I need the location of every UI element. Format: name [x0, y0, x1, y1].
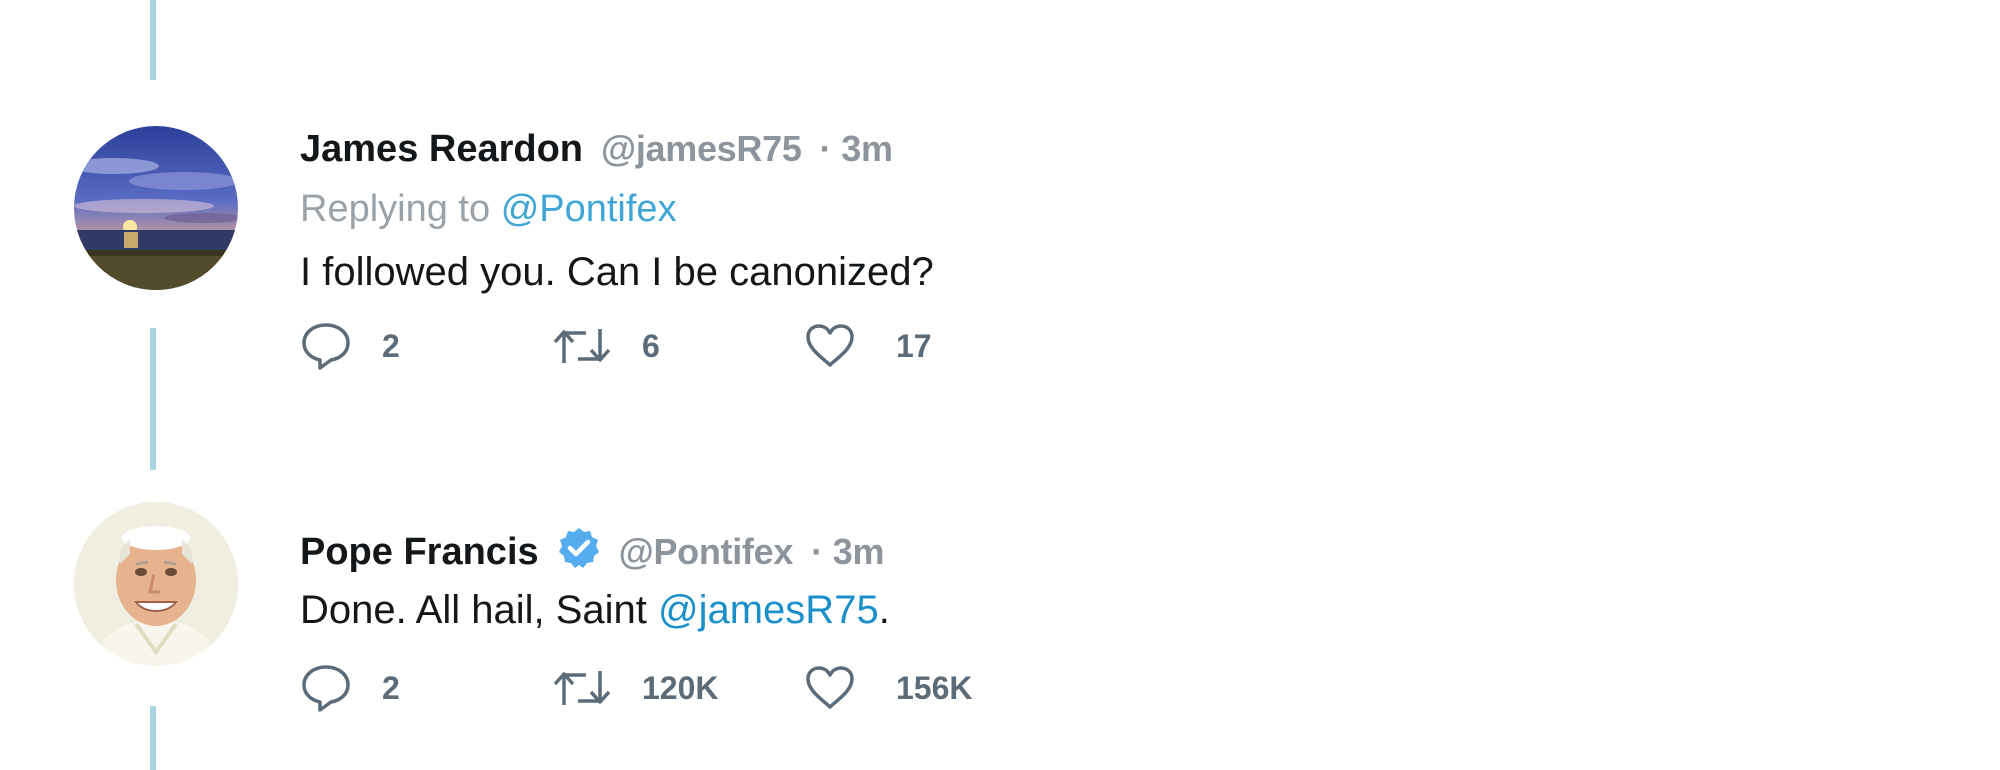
tweet-text: I followed you. Can I be canonized?: [300, 252, 934, 292]
tweet-mention-link[interactable]: @jamesR75: [658, 588, 879, 632]
conversation-thread: James Reardon @jamesR75 · 3m Replying to @P…: [0, 0, 2000, 770]
tweet-text-content: I followed you. Can I be canonized?: [300, 250, 934, 294]
sunset-avatar-icon: [74, 126, 238, 290]
reply-count: 2: [382, 328, 400, 364]
tweet-text-suffix: .: [878, 588, 890, 632]
tweet-text-prefix: Done. All hail, Saint: [300, 588, 658, 632]
retweet-icon: [553, 671, 611, 705]
tweet-actions: 2 6 17: [300, 318, 1200, 374]
avatar[interactable]: [74, 126, 238, 290]
author-handle[interactable]: @Pontifex: [619, 531, 794, 572]
reply-icon: [302, 323, 350, 370]
like-icon: [806, 324, 854, 367]
retweet-button[interactable]: 120K: [552, 660, 719, 716]
retweet-count: 120K: [642, 670, 719, 706]
replying-to-label: Replying to: [300, 188, 491, 230]
reply-button[interactable]: 2: [300, 318, 400, 374]
author-name[interactable]: Pope Francis: [300, 531, 539, 573]
separator-dot: ·: [811, 531, 823, 572]
pope-avatar-icon: [74, 502, 238, 666]
tweet-pope-francis[interactable]: Pope Francis @Pontifex · 3m Done. All hail…: [0, 400, 2000, 770]
like-count: 156K: [896, 670, 973, 706]
replying-to-mention-link[interactable]: @Pontifex: [501, 188, 677, 230]
reply-button[interactable]: 2: [300, 660, 400, 716]
tweet-header: James Reardon @jamesR75 · 3m: [300, 130, 893, 168]
avatar[interactable]: [74, 502, 238, 666]
author-name[interactable]: James Reardon: [300, 128, 583, 170]
like-icon: [806, 666, 854, 709]
tweet-james-reardon[interactable]: James Reardon @jamesR75 · 3m Replying to @P…: [0, 0, 2000, 400]
separator-dot: ·: [819, 128, 832, 169]
author-handle[interactable]: @jamesR75: [601, 128, 802, 169]
timestamp[interactable]: 3m: [841, 128, 893, 169]
retweet-button[interactable]: 6: [552, 318, 660, 374]
tweet-header: Pope Francis @Pontifex · 3m: [300, 526, 885, 574]
like-button[interactable]: 156K: [804, 660, 973, 716]
tweet-text: Done. All hail, Saint @jamesR75.: [300, 590, 890, 630]
reply-icon: [302, 665, 350, 712]
reply-count: 2: [382, 670, 400, 706]
tweet-actions: 2 120K 156K: [300, 660, 1200, 716]
retweet-icon: [553, 329, 611, 363]
like-count: 17: [896, 328, 932, 364]
like-button[interactable]: 17: [804, 318, 932, 374]
retweet-count: 6: [642, 328, 660, 364]
replying-to-line: Replying to @Pontifex: [300, 190, 677, 228]
verified-badge-icon: [557, 526, 601, 574]
timestamp[interactable]: 3m: [833, 531, 885, 572]
